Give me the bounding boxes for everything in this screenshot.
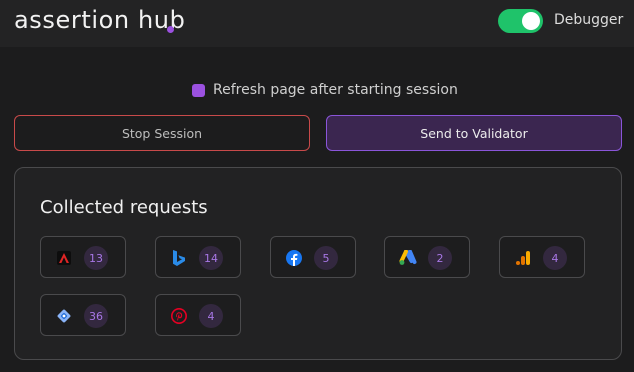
request-chip-facebook[interactable]: 5: [270, 236, 356, 278]
request-count: 5: [314, 246, 338, 270]
request-count: 36: [84, 304, 108, 328]
refresh-checkbox[interactable]: [192, 83, 205, 97]
request-chip-bing[interactable]: 14: [155, 236, 241, 278]
stop-session-button[interactable]: Stop Session: [14, 115, 310, 151]
google-ads-icon: [399, 249, 417, 267]
request-count: 14: [199, 246, 223, 270]
request-chip-adobe[interactable]: 13: [40, 236, 126, 278]
adobe-icon: [55, 249, 73, 267]
refresh-option: Refresh page after starting session: [192, 80, 458, 100]
debugger-label: Debugger: [554, 12, 624, 28]
refresh-label: Refresh page after starting session: [213, 82, 458, 98]
logo-dot: [167, 26, 174, 33]
pinterest-icon: [170, 307, 188, 325]
logo: assertion hub: [14, 6, 186, 34]
request-count: 4: [543, 246, 567, 270]
request-chip-google-ads[interactable]: 2: [384, 236, 470, 278]
request-chip-google-tag-manager[interactable]: 36: [40, 294, 126, 336]
google-tag-manager-icon: [55, 307, 73, 325]
request-count: 13: [84, 246, 108, 270]
toggle-knob: [522, 12, 540, 30]
panel-title: Collected requests: [40, 197, 208, 218]
request-chip-google-analytics[interactable]: 4: [499, 236, 585, 278]
header: assertion hub Debugger: [0, 0, 634, 47]
collected-requests-panel: Collected requests 13 14 5 2 4 36 4: [14, 167, 622, 360]
send-to-validator-button[interactable]: Send to Validator: [326, 115, 622, 151]
google-analytics-icon: [514, 249, 532, 267]
request-count: 4: [199, 304, 223, 328]
facebook-icon: [285, 249, 303, 267]
bing-icon: [170, 249, 188, 267]
request-count: 2: [428, 246, 452, 270]
request-chip-pinterest[interactable]: 4: [155, 294, 241, 336]
debugger-toggle[interactable]: [498, 9, 543, 33]
